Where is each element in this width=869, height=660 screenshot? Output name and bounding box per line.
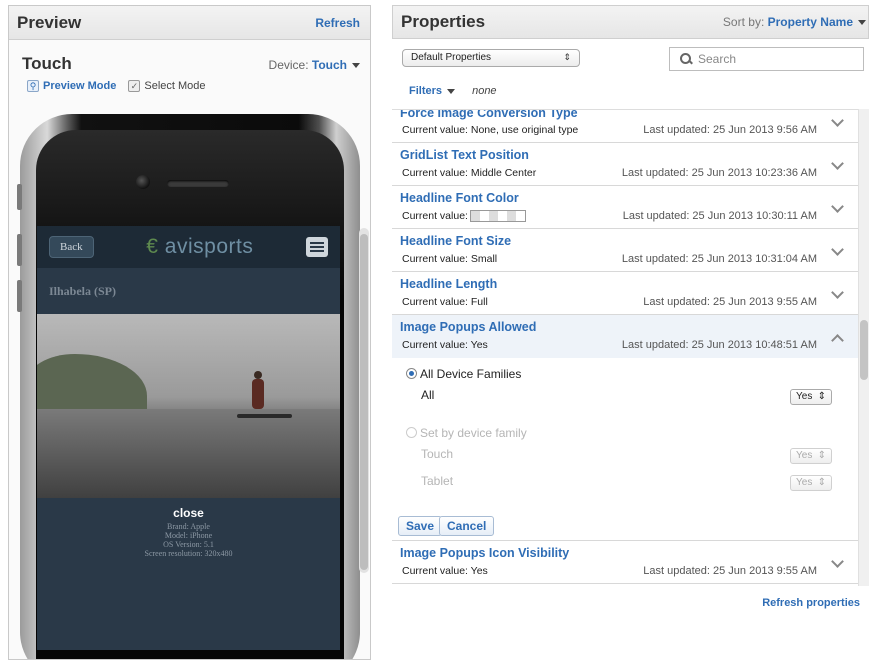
phone-screen: Back € avisports Ilhabela (SP) close Bra…: [37, 226, 340, 650]
chevron-down-icon[interactable]: [831, 555, 844, 568]
back-button[interactable]: Back: [49, 236, 94, 258]
tablet-label: Tablet: [421, 474, 454, 488]
properties-header: Properties Sort by: Property Name: [392, 5, 869, 39]
camera-icon: [136, 175, 150, 189]
chevron-down-icon[interactable]: [831, 286, 844, 299]
properties-panel: Properties Sort by: Property Name Defaul…: [392, 5, 869, 660]
property-row[interactable]: Image Popups Icon Visibility Current val…: [392, 541, 862, 584]
preview-panel: Preview Refresh Touch Device: Touch ⚲ Pr…: [8, 5, 371, 660]
save-button[interactable]: Save: [398, 516, 443, 536]
chevron-up-icon[interactable]: [831, 334, 844, 347]
property-row[interactable]: Force Image Conversion Type Current valu…: [392, 110, 862, 143]
preview-scroll-thumb[interactable]: [360, 234, 368, 570]
property-row[interactable]: Headline Font Size Current value: Small …: [392, 229, 862, 272]
phone-mute-switch: [17, 184, 22, 210]
tablet-value-select[interactable]: Yes ⇕: [790, 475, 832, 491]
chevron-down-icon[interactable]: [831, 200, 844, 213]
device-selector[interactable]: Device: Touch: [269, 58, 360, 72]
properties-scrollbar[interactable]: [858, 109, 869, 586]
filters-dropdown[interactable]: Filters: [409, 85, 442, 97]
property-row[interactable]: Headline Font Color Current value: Last …: [392, 186, 862, 229]
all-value-select[interactable]: Yes ⇕: [790, 389, 832, 405]
chevron-down-icon[interactable]: [831, 114, 844, 127]
properties-scroll-thumb[interactable]: [860, 320, 868, 380]
sort-value: Property Name: [767, 15, 853, 29]
phone-volume-up: [17, 234, 22, 266]
popup-image: [37, 314, 340, 498]
mode-toggle: ⚲ Preview Mode ✓ Select Mode: [9, 74, 370, 92]
menu-icon[interactable]: [305, 237, 328, 257]
filters-value: none: [472, 85, 497, 97]
touch-label: Touch: [421, 447, 454, 461]
preview-title: Preview: [17, 12, 82, 32]
cancel-button[interactable]: Cancel: [439, 516, 495, 536]
preview-scrollbar[interactable]: [359, 228, 369, 573]
caret-down-icon: [447, 88, 456, 94]
select-mode-label: Select Mode: [144, 80, 206, 92]
phone-frame: Back € avisports Ilhabela (SP) close Bra…: [17, 114, 360, 659]
device-value: Touch: [311, 58, 347, 72]
pointer-icon: ✓: [128, 80, 141, 92]
property-row[interactable]: Headline Length Current value: Full Last…: [392, 272, 862, 315]
caret-down-icon: [352, 63, 360, 69]
properties-title: Properties: [401, 12, 486, 31]
all-families-radio[interactable]: [406, 368, 417, 379]
refresh-properties-link[interactable]: Refresh properties: [762, 597, 860, 609]
preview-header: Preview Refresh: [9, 6, 370, 40]
device-label: Device:: [268, 58, 309, 72]
property-editor: All Device Families All Yes ⇕ Set by devi…: [392, 358, 862, 541]
select-mode-button[interactable]: ✓ Select Mode: [128, 80, 206, 92]
speaker-grille: [167, 180, 229, 187]
magnifier-icon: ⚲: [27, 80, 39, 92]
device-title: Touch: [22, 54, 72, 73]
chevron-down-icon[interactable]: [831, 157, 844, 170]
filters-row: Filters none: [409, 85, 497, 97]
popup-close-button[interactable]: close: [37, 506, 340, 520]
phone-volume-down: [17, 280, 22, 312]
property-list: Force Image Conversion Type Current valu…: [392, 109, 862, 586]
all-label: All: [421, 388, 435, 402]
select-arrows-icon: ⇕: [563, 52, 571, 62]
refresh-link[interactable]: Refresh: [315, 16, 360, 30]
by-family-radio[interactable]: [406, 427, 417, 438]
preview-mode-button[interactable]: ⚲ Preview Mode: [27, 80, 116, 92]
device-info: Brand: Apple Model: iPhone OS Version: 5…: [144, 522, 233, 558]
chevron-down-icon[interactable]: [831, 243, 844, 256]
property-row-selected[interactable]: Image Popups Allowed Current value: Yes …: [392, 315, 862, 358]
search-input[interactable]: Search: [669, 47, 864, 71]
search-placeholder: Search: [698, 52, 737, 66]
properties-toolbar: Default Properties ⇕ Search Filters none: [392, 39, 869, 109]
color-swatch: [469, 210, 526, 223]
device-row: Touch Device: Touch: [9, 40, 370, 74]
app-header: Back € avisports: [37, 226, 340, 268]
search-icon: [680, 53, 692, 65]
by-family-label: Set by device family: [420, 426, 527, 440]
caret-down-icon: [858, 20, 866, 26]
avisports-logo: € avisports: [146, 235, 254, 258]
property-set-select[interactable]: Default Properties ⇕: [402, 49, 580, 67]
preview-mode-label: Preview Mode: [43, 80, 117, 92]
location-title: Ilhabela (SP): [49, 284, 117, 298]
property-row[interactable]: GridList Text Position Current value: Mi…: [392, 143, 862, 186]
touch-value-select[interactable]: Yes ⇕: [790, 448, 832, 464]
sort-selector[interactable]: Sort by: Property Name: [723, 15, 866, 29]
all-families-label: All Device Families: [420, 367, 522, 381]
